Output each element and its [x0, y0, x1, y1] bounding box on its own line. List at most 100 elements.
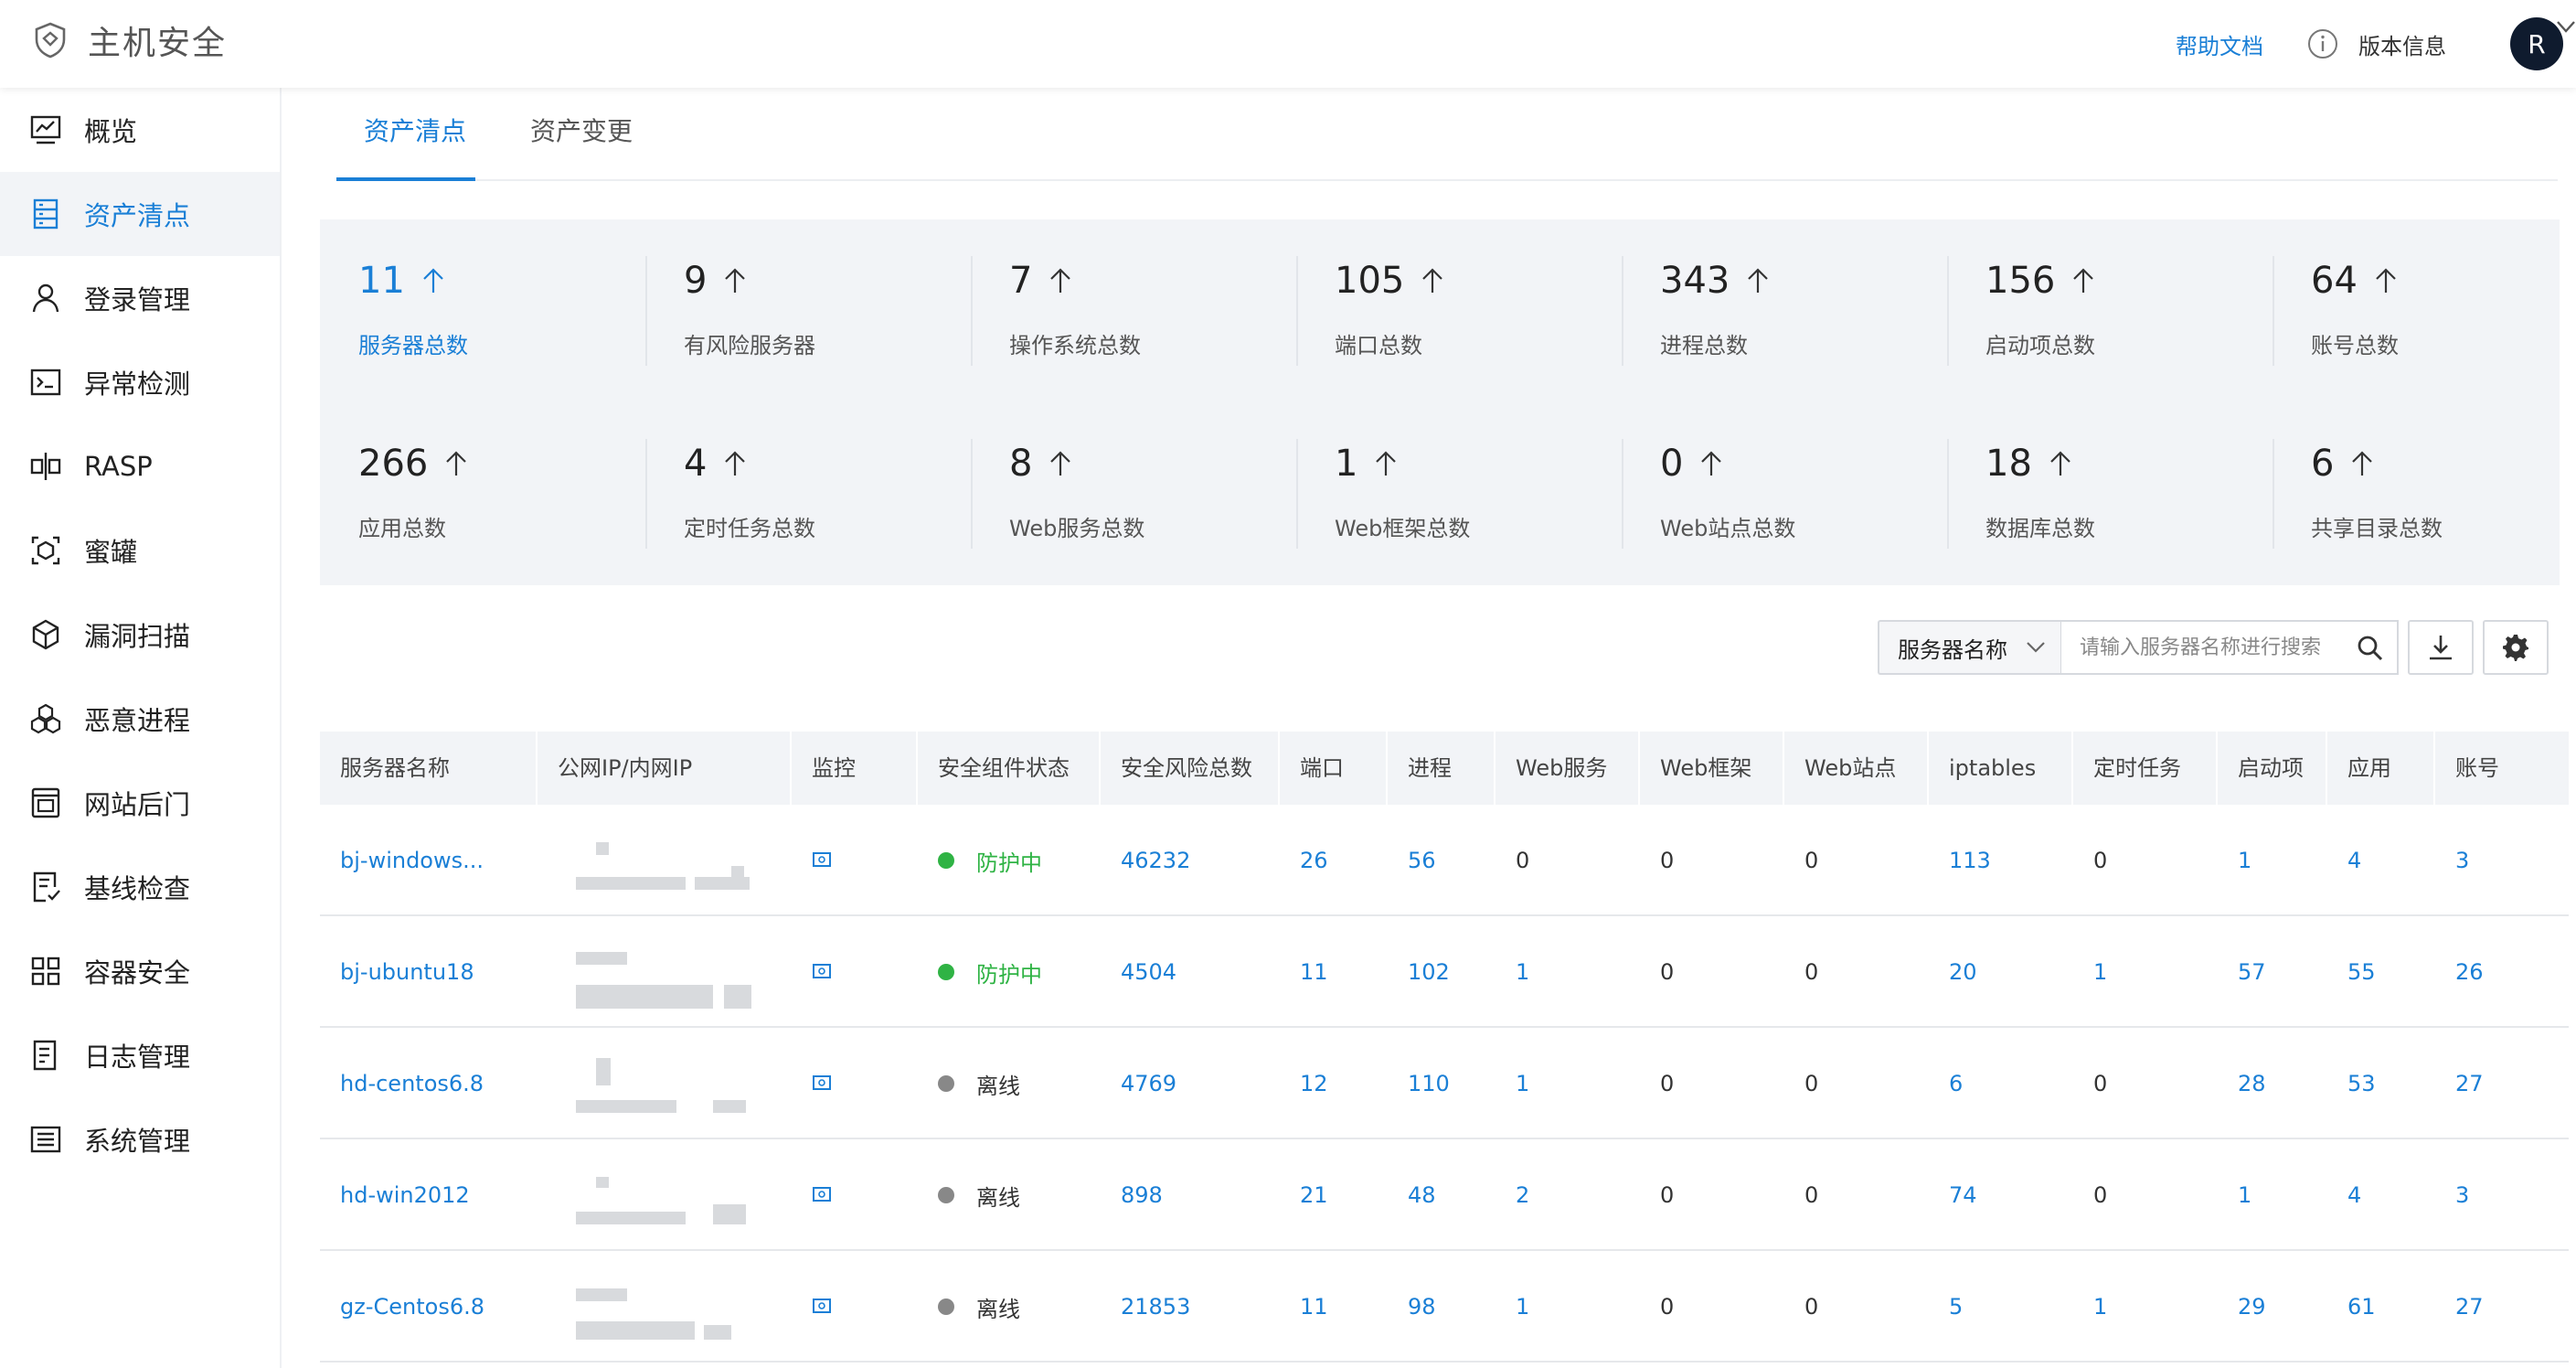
port-count-link[interactable]: 12 — [1280, 1028, 1328, 1139]
account-count-link[interactable]: 3 — [2435, 1139, 2469, 1251]
cron-count-link[interactable]: 1 — [2073, 1251, 2107, 1363]
server-name-link[interactable]: bj-windows... — [320, 805, 484, 916]
settings-button[interactable] — [2483, 620, 2549, 675]
stat-processes[interactable]: 343 进程总数 — [1622, 219, 1947, 402]
stat-cron-jobs[interactable]: 4 定时任务总数 — [645, 402, 971, 585]
sidebar-item-vuln-scan[interactable]: 漏洞扫描 — [0, 593, 280, 677]
iptables-count-link[interactable]: 20 — [1929, 916, 1977, 1028]
stat-shared-dirs[interactable]: 6 共享目录总数 — [2273, 402, 2576, 585]
iptables-count-link[interactable]: 5 — [1929, 1251, 1963, 1363]
column-header[interactable]: Web框架 — [1640, 732, 1751, 805]
process-count-link[interactable]: 102 — [1388, 916, 1450, 1028]
monitor-cell[interactable] — [792, 1139, 832, 1251]
app-count-link[interactable]: 4 — [2327, 805, 2361, 916]
port-count-link[interactable]: 26 — [1280, 805, 1328, 916]
sidebar-item-webshell[interactable]: 网站后门 — [0, 761, 280, 845]
risk-total-link[interactable]: 898 — [1101, 1139, 1163, 1251]
risk-total-link[interactable]: 46232 — [1101, 805, 1190, 916]
monitor-cell[interactable] — [792, 805, 832, 916]
stat-os[interactable]: 7 操作系统总数 — [971, 219, 1296, 402]
server-name-link[interactable]: bj-ubuntu18 — [320, 916, 474, 1028]
tab-asset-inventory[interactable]: 资产清点 — [364, 112, 466, 148]
stat-web-frameworks[interactable]: 1 Web框架总数 — [1296, 402, 1622, 585]
startup-count-link[interactable]: 1 — [2218, 805, 2251, 916]
account-count-link[interactable]: 27 — [2435, 1251, 2484, 1363]
web-service-count-link[interactable]: 1 — [1496, 1028, 1529, 1139]
table-row[interactable]: hd-centos6.8 离线 4769 12 110 1 0 0 6 0 28… — [320, 1028, 2569, 1139]
app-count-link[interactable]: 53 — [2327, 1028, 2376, 1139]
startup-count-link[interactable]: 28 — [2218, 1028, 2266, 1139]
app-count-link[interactable]: 61 — [2327, 1251, 2376, 1363]
sidebar-item-anomaly[interactable]: 异常检测 — [0, 340, 280, 424]
account-count-link[interactable]: 3 — [2435, 805, 2469, 916]
column-header[interactable]: 安全风险总数 — [1101, 732, 1252, 805]
stat-risky-servers[interactable]: 9 有风险服务器 — [645, 219, 971, 402]
column-header[interactable]: iptables — [1929, 732, 2036, 805]
port-count-link[interactable]: 11 — [1280, 916, 1328, 1028]
risk-total-link[interactable]: 4769 — [1101, 1028, 1176, 1139]
search-input[interactable] — [2080, 636, 2345, 659]
startup-count-link[interactable]: 57 — [2218, 916, 2266, 1028]
app-count-link[interactable]: 4 — [2327, 1139, 2361, 1251]
sidebar-item-assets[interactable]: 资产清点 — [0, 172, 280, 256]
download-button[interactable] — [2408, 620, 2474, 675]
column-header[interactable]: Web服务 — [1496, 732, 1607, 805]
column-header[interactable]: 账号 — [2435, 732, 2499, 805]
column-header[interactable]: 公网IP/内网IP — [538, 732, 692, 805]
stat-web-sites[interactable]: 0 Web站点总数 — [1622, 402, 1947, 585]
account-count-link[interactable]: 26 — [2435, 916, 2484, 1028]
sidebar-item-honeypot[interactable]: 蜜罐 — [0, 508, 280, 593]
process-count-link[interactable]: 56 — [1388, 805, 1436, 916]
stat-apps[interactable]: 266 应用总数 — [320, 402, 645, 585]
table-row[interactable]: hd-win2012 离线 898 21 48 2 0 0 74 0 1 4 3 — [320, 1139, 2569, 1251]
startup-count-link[interactable]: 1 — [2218, 1139, 2251, 1251]
risk-total-link[interactable]: 4504 — [1101, 916, 1176, 1028]
cron-count-link[interactable]: 1 — [2073, 916, 2107, 1028]
web-service-count-link[interactable]: 2 — [1496, 1139, 1529, 1251]
table-row[interactable]: bj-ubuntu18 防护中 4504 11 102 1 0 0 20 1 5… — [320, 916, 2569, 1028]
port-count-link[interactable]: 11 — [1280, 1251, 1328, 1363]
sidebar-item-system[interactable]: 系统管理 — [0, 1097, 280, 1181]
stat-accounts[interactable]: 64 账号总数 — [2273, 219, 2576, 402]
web-service-count-link[interactable]: 1 — [1496, 916, 1529, 1028]
port-count-link[interactable]: 21 — [1280, 1139, 1328, 1251]
risk-total-link[interactable]: 21853 — [1101, 1251, 1190, 1363]
column-header[interactable]: 端口 — [1280, 732, 1344, 805]
sidebar-item-logs[interactable]: 日志管理 — [0, 1013, 280, 1097]
column-header[interactable]: 启动项 — [2218, 732, 2304, 805]
chevron-down-icon[interactable] — [2556, 20, 2576, 35]
process-count-link[interactable]: 110 — [1388, 1028, 1450, 1139]
column-header[interactable]: 定时任务 — [2073, 732, 2181, 805]
search-icon[interactable] — [2357, 635, 2384, 662]
server-name-link[interactable]: hd-win2012 — [320, 1139, 470, 1251]
monitor-cell[interactable] — [792, 1251, 832, 1363]
app-count-link[interactable]: 55 — [2327, 916, 2376, 1028]
sidebar-item-rasp[interactable]: RASP — [0, 424, 280, 508]
web-service-count-link[interactable]: 1 — [1496, 1251, 1529, 1363]
tab-asset-changes[interactable]: 资产变更 — [530, 112, 633, 148]
iptables-count-link[interactable]: 6 — [1929, 1028, 1963, 1139]
stat-ports[interactable]: 105 端口总数 — [1296, 219, 1622, 402]
column-header[interactable]: Web站点 — [1784, 732, 1896, 805]
sidebar-item-login[interactable]: 登录管理 — [0, 256, 280, 340]
table-row[interactable]: bj-windows... 防护中 46232 26 56 0 0 0 113 … — [320, 805, 2569, 916]
iptables-count-link[interactable]: 74 — [1929, 1139, 1977, 1251]
server-name-link[interactable]: gz-Centos6.8 — [320, 1251, 484, 1363]
sidebar-item-baseline[interactable]: 基线检查 — [0, 845, 280, 929]
column-header[interactable]: 应用 — [2327, 732, 2391, 805]
help-docs-link[interactable]: 帮助文档 — [2176, 28, 2263, 60]
column-header[interactable]: 服务器名称 — [320, 732, 450, 805]
stat-startup-items[interactable]: 156 启动项总数 — [1947, 219, 2273, 402]
monitor-cell[interactable] — [792, 1028, 832, 1139]
brand[interactable]: 主机安全 — [33, 16, 227, 64]
process-count-link[interactable]: 48 — [1388, 1139, 1436, 1251]
sidebar-item-container[interactable]: 容器安全 — [0, 929, 280, 1013]
column-header[interactable]: 安全组件状态 — [918, 732, 1070, 805]
sidebar-item-malware[interactable]: 恶意进程 — [0, 677, 280, 761]
startup-count-link[interactable]: 29 — [2218, 1251, 2266, 1363]
account-count-link[interactable]: 27 — [2435, 1028, 2484, 1139]
stat-web-services[interactable]: 8 Web服务总数 — [971, 402, 1296, 585]
table-row[interactable]: gz-Centos6.8 离线 21853 11 98 1 0 0 5 1 29… — [320, 1251, 2569, 1363]
column-header[interactable]: 监控 — [792, 732, 856, 805]
monitor-cell[interactable] — [792, 916, 832, 1028]
